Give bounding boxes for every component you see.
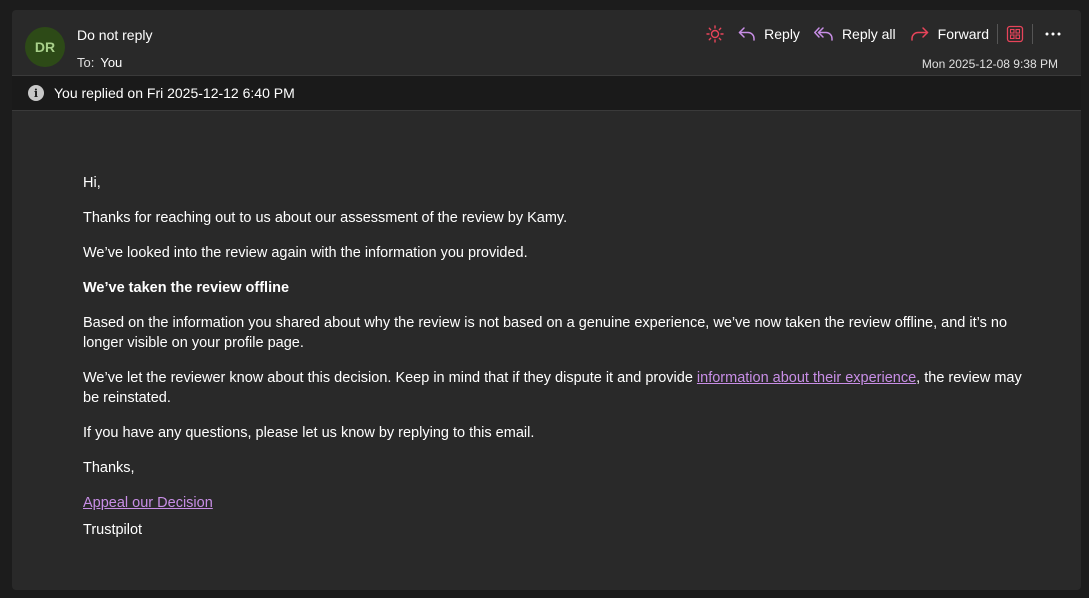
body-paragraph: Thanks for reaching out to us about our … [83,210,568,226]
email-body: Hi, Thanks for reaching out to us about … [12,111,1081,540]
reply-button[interactable]: Reply [738,26,800,42]
apps-icon[interactable] [1006,25,1024,43]
appeal-paragraph: Appeal our Decision [83,493,1041,513]
sender-name[interactable]: Do not reply [77,27,152,43]
body-paragraph: We’ve let the reviewer know about this d… [83,368,1041,408]
forward-icon [910,27,928,41]
more-icon[interactable] [1045,32,1061,36]
reply-all-label: Reply all [841,26,896,42]
replied-banner-text: You replied on Fri 2025-12-12 6:40 PM [54,85,295,101]
toolbar-divider [1032,24,1033,44]
body-paragraph: If you have any questions, please let us… [83,425,535,441]
sign-off: Thanks, [83,460,135,476]
recipient-name[interactable]: You [100,55,122,70]
info-icon: i [28,85,44,101]
forward-button[interactable]: Forward [910,26,989,42]
avatar[interactable]: DR [25,27,65,67]
section-heading: We’ve taken the review offline [83,280,290,296]
replied-banner: i You replied on Fri 2025-12-12 6:40 PM [12,75,1081,111]
email-reading-pane: DR Do not reply To: You Reply Reply all … [12,10,1081,590]
reply-all-icon [813,27,833,41]
recipient-line: To: You [77,55,122,70]
reply-icon [738,27,755,41]
sun-icon[interactable] [706,25,724,43]
reply-label: Reply [764,26,800,42]
body-text: We’ve let the reviewer know about this d… [83,370,697,386]
body-paragraph: We’ve looked into the review again with … [83,245,528,261]
toolbar-divider [997,24,998,44]
body-paragraph: Based on the information you shared abou… [83,315,1008,351]
greeting: Hi, [83,175,101,191]
action-toolbar: Reply Reply all Forward [698,23,1061,45]
experience-info-link[interactable]: information about their experience [697,370,916,386]
to-label: To: [77,55,95,70]
email-header: DR Do not reply To: You Reply Reply all … [12,10,1081,75]
reply-all-button[interactable]: Reply all [813,26,896,42]
signature: Trustpilot [83,522,143,538]
received-date: Mon 2025-12-08 9:38 PM [921,57,1058,71]
forward-label: Forward [937,26,989,42]
appeal-decision-link[interactable]: Appeal our Decision [83,495,213,511]
